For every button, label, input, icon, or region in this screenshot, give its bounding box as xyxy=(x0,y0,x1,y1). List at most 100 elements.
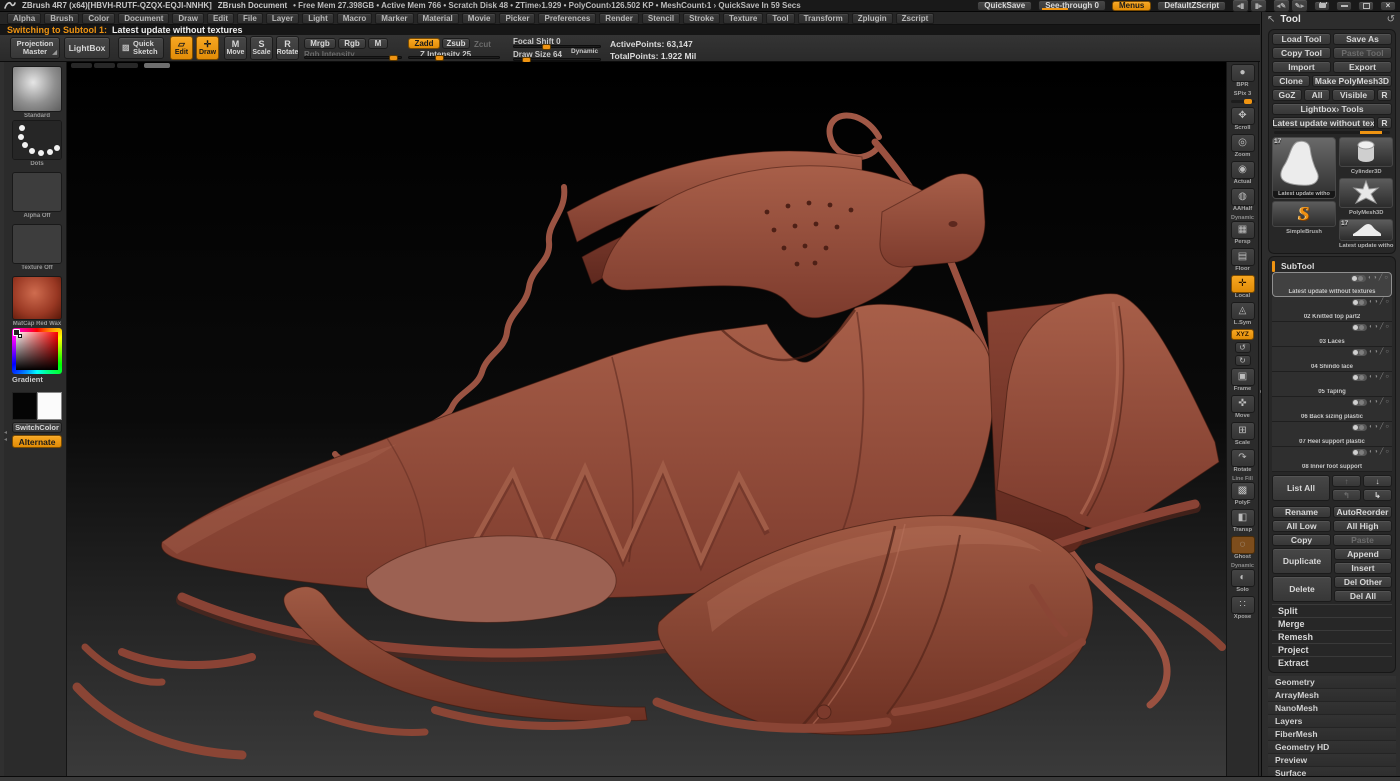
palette-section[interactable]: Layers xyxy=(1268,715,1396,728)
right-shelf-button[interactable]: ● BPR xyxy=(1231,64,1255,89)
edit-name-icon[interactable]: ╱ xyxy=(1379,275,1383,282)
menu-item[interactable]: Movie xyxy=(462,13,497,24)
right-shelf-button[interactable]: ◍ AAHalf xyxy=(1231,188,1255,213)
visibility-toggle[interactable] xyxy=(1352,399,1367,406)
menu-item[interactable]: Draw xyxy=(172,13,204,24)
close-button[interactable]: × xyxy=(1380,1,1396,11)
subtool-down-button[interactable]: ↓ xyxy=(1363,475,1392,487)
palette-section[interactable]: Preview xyxy=(1268,754,1396,767)
uv-toggle-icon[interactable]: ◑ xyxy=(1374,299,1378,306)
subtool-row[interactable]: ◖ ◑ ╱ ○ 06 Back sizing plastic xyxy=(1272,397,1392,422)
document-canvas[interactable] xyxy=(67,62,1226,776)
rotate-mode-button[interactable]: R Rotate xyxy=(276,36,299,60)
canvas-scrollbar[interactable] xyxy=(71,63,170,68)
right-shelf-button[interactable]: Dynamic ◐ Solo xyxy=(1231,563,1255,594)
visibility-toggle[interactable] xyxy=(1352,449,1367,456)
menu-item[interactable]: Layer xyxy=(266,13,299,24)
subtool-section-bar[interactable]: Split xyxy=(1272,604,1392,617)
rename-button[interactable]: Rename xyxy=(1272,506,1331,518)
uv-toggle-icon[interactable]: ◑ xyxy=(1374,324,1378,331)
menu-item[interactable]: Macro xyxy=(337,13,373,24)
history-icon[interactable]: ↺ xyxy=(1387,14,1395,25)
menu-item[interactable]: Edit xyxy=(207,13,234,24)
active-tool-thumbnail[interactable]: 17 Latest update witho xyxy=(1272,137,1336,199)
color-swatches[interactable]: SwitchColor Alternate xyxy=(12,392,62,448)
mrgb-button[interactable]: Mrgb xyxy=(304,38,336,49)
tool-list-scrollbar[interactable] xyxy=(1274,131,1390,134)
save-as-button[interactable]: Save As xyxy=(1333,33,1392,45)
m-button[interactable]: M xyxy=(368,38,388,49)
visibility-toggle[interactable] xyxy=(1352,349,1367,356)
load-tool-button[interactable]: Load Tool xyxy=(1272,33,1331,45)
next-doc-button[interactable]: ✎▸ xyxy=(1291,0,1308,12)
material-selector[interactable]: MatCap Red Wax xyxy=(12,276,62,327)
color-picker[interactable]: Gradient xyxy=(12,328,62,384)
palette-section[interactable]: NanoMesh xyxy=(1268,702,1396,715)
right-tray-toggle-button[interactable]: ▮▸ xyxy=(1250,0,1267,12)
insert-button[interactable]: Insert xyxy=(1334,562,1392,574)
menu-item[interactable]: Zplugin xyxy=(852,13,893,24)
subtool-section-bar[interactable]: Remesh xyxy=(1272,630,1392,643)
polypaint-toggle-icon[interactable]: ◖ xyxy=(1369,349,1373,356)
projection-master-button[interactable]: Projection Master ◢ xyxy=(10,37,60,59)
subtool-row[interactable]: ◖ ◑ ╱ ○ 02 Knitted top part2 xyxy=(1272,297,1392,322)
texture-selector[interactable]: Texture Off xyxy=(12,224,62,271)
edit-name-icon[interactable]: ╱ xyxy=(1380,324,1384,331)
menu-item[interactable]: Brush xyxy=(44,13,79,24)
mask-loop-icon[interactable]: ○ xyxy=(1384,275,1388,282)
right-shelf-button[interactable]: Dynamic ▦ Persp xyxy=(1231,215,1255,246)
zadd-button[interactable]: Zadd xyxy=(408,38,440,49)
menu-item[interactable]: Picker xyxy=(499,13,535,24)
alternate-button[interactable]: Alternate xyxy=(12,435,62,448)
quicksave-button[interactable]: QuickSave xyxy=(977,1,1032,11)
menu-item[interactable]: Material xyxy=(417,13,459,24)
uv-toggle-icon[interactable]: ◑ xyxy=(1374,349,1378,356)
polypaint-toggle-icon[interactable]: ◖ xyxy=(1369,324,1373,331)
visibility-toggle[interactable] xyxy=(1352,324,1367,331)
right-shelf-button[interactable]: ◎ Zoom xyxy=(1231,134,1255,159)
visibility-toggle[interactable] xyxy=(1352,299,1367,306)
right-shelf-button[interactable]: ▣ Frame xyxy=(1231,368,1255,393)
clone-button[interactable]: Clone xyxy=(1272,75,1310,87)
menu-item[interactable]: Preferences xyxy=(538,13,596,24)
mask-loop-icon[interactable]: ○ xyxy=(1385,349,1389,356)
paste-tool-button[interactable]: Paste Tool xyxy=(1333,47,1392,59)
tray-resize-handle[interactable]: ◂◂ xyxy=(4,430,7,444)
restore-button[interactable] xyxy=(1358,1,1374,11)
menus-toggle[interactable]: Menus xyxy=(1112,1,1151,11)
mask-loop-icon[interactable]: ○ xyxy=(1385,299,1389,306)
list-all-button[interactable]: List All xyxy=(1272,475,1330,501)
mask-loop-icon[interactable]: ○ xyxy=(1385,424,1389,431)
right-shelf-button[interactable]: ✜ Move xyxy=(1231,395,1255,420)
edit-name-icon[interactable]: ╱ xyxy=(1380,424,1384,431)
polymesh3d-tool-thumbnail[interactable] xyxy=(1339,178,1393,208)
subtool-row[interactable]: ◖ ◑ ╱ ○ 05 Taping xyxy=(1272,372,1392,397)
draw-size-slider[interactable] xyxy=(513,58,601,61)
palette-section[interactable]: Geometry xyxy=(1268,676,1396,689)
make-polymesh3d-button[interactable]: Make PolyMesh3D xyxy=(1312,75,1392,87)
see-through-slider[interactable]: See-through 0 xyxy=(1038,0,1106,11)
edit-name-icon[interactable]: ╱ xyxy=(1380,399,1384,406)
brush-selector[interactable]: Standard xyxy=(12,66,62,119)
polypaint-toggle-icon[interactable]: ◖ xyxy=(1369,399,1373,406)
goz-visible-button[interactable]: Visible xyxy=(1332,89,1375,101)
draw-mode-button[interactable]: ✛ Draw xyxy=(196,36,219,60)
simplebrush-tool-thumbnail[interactable]: S xyxy=(1272,201,1336,227)
right-shelf-button[interactable]: ◬ L.Sym xyxy=(1231,302,1255,327)
minimize-button[interactable] xyxy=(1336,1,1352,11)
menu-item[interactable]: Alpha xyxy=(7,13,41,24)
scale-mode-button[interactable]: S Scale xyxy=(250,36,273,60)
rgb-intensity-slider[interactable] xyxy=(304,56,402,59)
menu-item[interactable]: Transform xyxy=(798,13,849,24)
export-button[interactable]: Export xyxy=(1333,61,1392,73)
visibility-toggle[interactable] xyxy=(1352,424,1367,431)
edit-name-icon[interactable]: ╱ xyxy=(1380,349,1384,356)
subtool-row[interactable]: ◖ ◑ ╱ ○ 08 Inner foot support xyxy=(1272,447,1392,472)
import-button[interactable]: Import xyxy=(1272,61,1331,73)
lightbox-button[interactable]: LightBox xyxy=(64,37,110,59)
mask-loop-icon[interactable]: ○ xyxy=(1385,324,1389,331)
right-shelf-button[interactable]: ↷ Rotate xyxy=(1231,449,1255,474)
right-shelf-button[interactable]: ▤ Floor xyxy=(1231,248,1255,273)
prev-doc-button[interactable]: ◂✎ xyxy=(1273,0,1290,12)
subtool-section-bar[interactable]: Project xyxy=(1272,643,1392,656)
